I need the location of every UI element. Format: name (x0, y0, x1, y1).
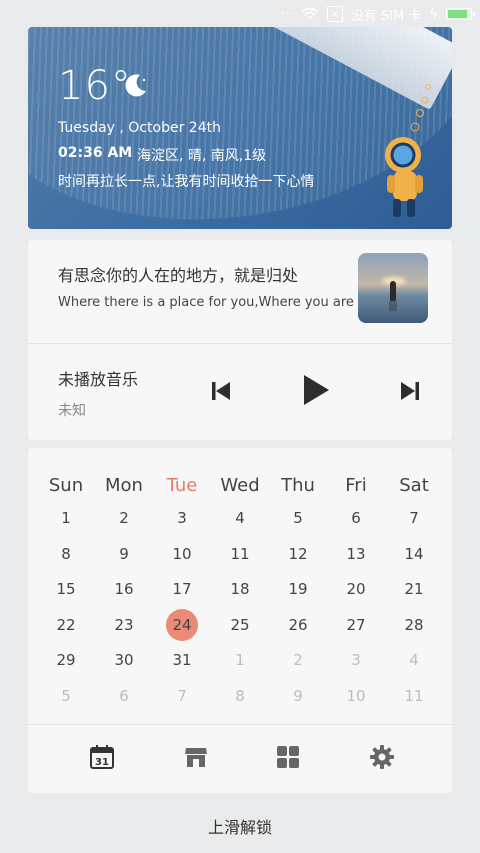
play-icon[interactable] (301, 374, 331, 406)
calendar-day[interactable]: 17 (153, 572, 211, 606)
calendar-day[interactable]: 13 (327, 537, 385, 571)
calendar-day[interactable]: 20 (327, 572, 385, 606)
calendar-icon[interactable]: 31 (89, 744, 115, 770)
calendar-day-next-month[interactable]: 7 (153, 679, 211, 713)
calendar-day[interactable]: 9 (95, 537, 153, 571)
no-sim-icon: ✕ (326, 6, 343, 22)
bottom-toolbar: 31 (28, 738, 452, 778)
battery-icon (446, 8, 475, 20)
player-artist: 未知 (58, 403, 86, 419)
calendar-day[interactable]: 3 (153, 501, 211, 535)
calendar-day-next-month[interactable]: 9 (269, 679, 327, 713)
calendar-week-row: 15 16 17 18 19 20 21 (37, 572, 443, 606)
weekday-header: Sun Mon Tue Wed Thu Fri Sat (37, 469, 443, 503)
store-icon[interactable] (183, 744, 209, 770)
calendar-day-next-month[interactable]: 3 (327, 643, 385, 677)
calendar-day[interactable]: 2 (95, 501, 153, 535)
calendar-day[interactable]: 28 (385, 608, 443, 642)
calendar-week-row: 8 9 10 11 12 13 14 (37, 537, 443, 571)
calendar-card: Sun Mon Tue Wed Thu Fri Sat 1 2 3 4 5 6 … (28, 448, 452, 793)
calendar-day[interactable]: 19 (269, 572, 327, 606)
next-track-icon[interactable] (398, 379, 422, 403)
calendar-day[interactable]: 5 (269, 501, 327, 535)
calendar-week-row: 22 23 24 25 26 27 28 (37, 608, 443, 642)
calendar-day-today[interactable]: 24 (153, 608, 211, 642)
calendar-day[interactable]: 6 (327, 501, 385, 535)
calendar-day[interactable]: 27 (327, 608, 385, 642)
divider (28, 343, 452, 344)
calendar-day-next-month[interactable]: 4 (385, 643, 443, 677)
dots-icon: ··· (280, 6, 293, 22)
calendar-day-next-month[interactable]: 6 (95, 679, 153, 713)
calendar-day[interactable]: 21 (385, 572, 443, 606)
weather-card[interactable]: 16° Tuesday , October 24th 02:36 AM 海淀区,… (28, 27, 452, 229)
apps-grid-icon[interactable] (275, 744, 301, 770)
player-title: 未播放音乐 (58, 370, 139, 389)
music-card: 有思念你的人在的地方，就是归处 Where there is a place f… (28, 240, 452, 440)
calendar-week-row: 5 6 7 8 9 10 11 (37, 679, 443, 713)
diver-illustration (385, 84, 431, 217)
weekday-label: Thu (281, 475, 315, 496)
calendar-day[interactable]: 18 (211, 572, 269, 606)
calendar-day[interactable]: 12 (269, 537, 327, 571)
calendar-day-next-month[interactable]: 10 (327, 679, 385, 713)
calendar-day[interactable]: 25 (211, 608, 269, 642)
calendar-week-row: 1 2 3 4 5 6 7 (37, 501, 443, 535)
calendar-day[interactable]: 7 (385, 501, 443, 535)
previous-track-icon[interactable] (209, 379, 233, 403)
gear-icon[interactable] (369, 744, 395, 770)
temperature: 16° (58, 63, 132, 109)
weather-date: Tuesday , October 24th (58, 120, 221, 136)
weekday-label: Wed (220, 475, 260, 496)
weather-time: 02:36 AM (58, 145, 133, 161)
calendar-day[interactable]: 15 (37, 572, 95, 606)
calendar-day[interactable]: 14 (385, 537, 443, 571)
calendar-day[interactable]: 11 (211, 537, 269, 571)
calendar-day[interactable]: 16 (95, 572, 153, 606)
weekday-label: Fri (345, 475, 367, 496)
album-art[interactable] (358, 253, 428, 323)
swipe-up-unlock-hint[interactable]: 上滑解锁 (0, 814, 480, 838)
moon-icon (125, 74, 146, 97)
calendar-day[interactable]: 31 (153, 643, 211, 677)
calendar-day[interactable]: 29 (37, 643, 95, 677)
calendar-day[interactable]: 22 (37, 608, 95, 642)
calendar-day[interactable]: 4 (211, 501, 269, 535)
today-number: 24 (172, 616, 192, 634)
weekday-label: Sat (399, 475, 429, 496)
calendar-week-row: 29 30 31 1 2 3 4 (37, 643, 443, 677)
divider (28, 724, 452, 725)
calendar-day-next-month[interactable]: 2 (269, 643, 327, 677)
weather-location: 海淀区, 晴, 南风,1级 (137, 148, 267, 164)
weekday-label: Sun (48, 475, 84, 496)
weather-quote: 时间再拉长一点,让我有时间收拾一下心情 (58, 174, 315, 190)
weekday-label: Mon (105, 475, 143, 496)
song-title-chinese: 有思念你的人在的地方，就是归处 (58, 266, 299, 285)
calendar-day[interactable]: 10 (153, 537, 211, 571)
wifi-icon (301, 7, 319, 19)
sim-status-text: 没有 SIM 卡 (350, 8, 422, 24)
calendar-day-next-month[interactable]: 5 (37, 679, 95, 713)
calendar-day[interactable]: 26 (269, 608, 327, 642)
calendar-day[interactable]: 8 (37, 537, 95, 571)
calendar-day[interactable]: 23 (95, 608, 153, 642)
calendar-day-next-month[interactable]: 8 (211, 679, 269, 713)
charging-icon: ϟ (429, 6, 438, 22)
calendar-icon-day: 31 (95, 757, 109, 768)
calendar-day[interactable]: 1 (37, 501, 95, 535)
calendar-day[interactable]: 30 (95, 643, 153, 677)
song-title-english: Where there is a place for you,Where you… (58, 295, 354, 310)
weekday-label-today: Tue (166, 475, 198, 496)
calendar-day-next-month[interactable]: 11 (385, 679, 443, 713)
status-bar: ··· ✕ 没有 SIM 卡 ϟ (0, 0, 480, 28)
calendar-day-next-month[interactable]: 1 (211, 643, 269, 677)
